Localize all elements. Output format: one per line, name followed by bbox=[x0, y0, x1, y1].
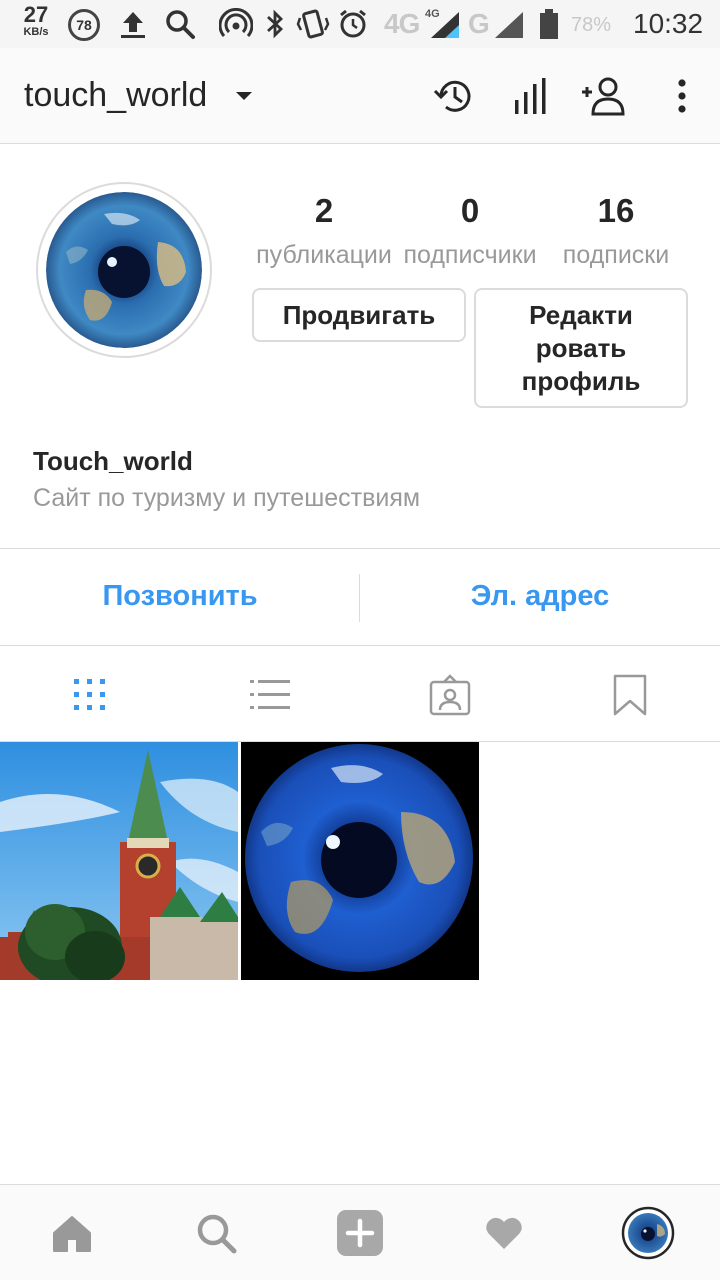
battery-icon bbox=[536, 8, 562, 40]
clock: 10:32 bbox=[633, 8, 704, 39]
call-button[interactable]: Позвонить bbox=[0, 580, 360, 613]
add-person-icon[interactable] bbox=[580, 74, 628, 118]
signal-icon bbox=[428, 8, 462, 40]
stat-posts-label: публикации bbox=[256, 241, 392, 269]
stat-followers-label: подписчики bbox=[403, 241, 537, 269]
saved-tab[interactable] bbox=[600, 668, 660, 722]
edit-profile-label-1: Редакти bbox=[529, 299, 633, 330]
network-type: 4G bbox=[384, 8, 420, 39]
edit-profile-button[interactable]: Редакти ровать профиль bbox=[474, 288, 688, 408]
grid-tab[interactable] bbox=[60, 668, 120, 722]
home-icon[interactable] bbox=[44, 1205, 100, 1261]
battery-percent: 78% bbox=[571, 14, 612, 36]
speed-unit: KB/s bbox=[23, 26, 49, 38]
network-speed: 27 KB/s bbox=[14, 4, 58, 38]
profile-name: Touch_world bbox=[33, 446, 193, 476]
vibrate-icon bbox=[294, 8, 332, 40]
promote-button[interactable]: Продвигать bbox=[252, 288, 466, 342]
list-icon bbox=[250, 680, 290, 709]
stat-following-value: 16 bbox=[597, 192, 635, 229]
tagged-icon bbox=[429, 674, 471, 716]
activity-icon[interactable] bbox=[476, 1205, 532, 1261]
saved-icon bbox=[613, 674, 647, 716]
signal-2-icon bbox=[492, 8, 526, 40]
edit-profile-label-2: ровать bbox=[535, 332, 627, 363]
alarm-icon bbox=[336, 8, 370, 40]
profile-avatar[interactable] bbox=[620, 1205, 676, 1261]
chevron-down-icon[interactable] bbox=[236, 92, 252, 100]
list-tab[interactable] bbox=[240, 668, 300, 722]
profile-avatar[interactable] bbox=[36, 182, 212, 358]
username-switcher[interactable]: touch_world bbox=[24, 76, 207, 115]
insights-icon[interactable] bbox=[508, 74, 552, 118]
post-thumbnail-kremlin[interactable] bbox=[0, 742, 238, 980]
bluetooth-icon bbox=[262, 8, 288, 40]
tagged-tab[interactable] bbox=[420, 668, 480, 722]
profile-bio: Сайт по туризму и путешествиям bbox=[33, 484, 421, 512]
stat-following[interactable]: 16 подписки bbox=[541, 192, 691, 270]
search-status-icon bbox=[162, 8, 198, 40]
network-type-2: G bbox=[468, 8, 490, 39]
search-icon[interactable] bbox=[188, 1205, 244, 1261]
stat-posts[interactable]: 2 публикации bbox=[249, 192, 399, 270]
upload-icon bbox=[116, 8, 150, 40]
stat-following-label: подписки bbox=[562, 241, 670, 269]
bottom-navigation bbox=[0, 1184, 720, 1280]
email-button[interactable]: Эл. адрес bbox=[360, 580, 720, 613]
speed-value: 27 bbox=[23, 2, 49, 27]
edit-profile-label-3: профиль bbox=[521, 365, 641, 396]
profile-header: touch_world bbox=[0, 48, 720, 144]
history-icon[interactable] bbox=[432, 74, 476, 118]
post-thumbnail-eye-globe[interactable] bbox=[241, 742, 479, 980]
hotspot-icon bbox=[218, 8, 254, 40]
divider bbox=[0, 548, 720, 549]
stat-followers[interactable]: 0 подписчики bbox=[395, 192, 545, 270]
notification-badge: 78 bbox=[68, 9, 100, 41]
avatar-eye-globe-image bbox=[46, 192, 202, 348]
stat-posts-value: 2 bbox=[314, 192, 334, 229]
status-bar: 27 KB/s 78 4G 4G G 78% 10:32 bbox=[0, 0, 720, 48]
grid-icon bbox=[74, 679, 105, 710]
add-post-icon[interactable] bbox=[332, 1205, 388, 1261]
divider bbox=[0, 645, 720, 646]
more-icon[interactable] bbox=[662, 74, 702, 118]
stat-followers-value: 0 bbox=[460, 192, 480, 229]
